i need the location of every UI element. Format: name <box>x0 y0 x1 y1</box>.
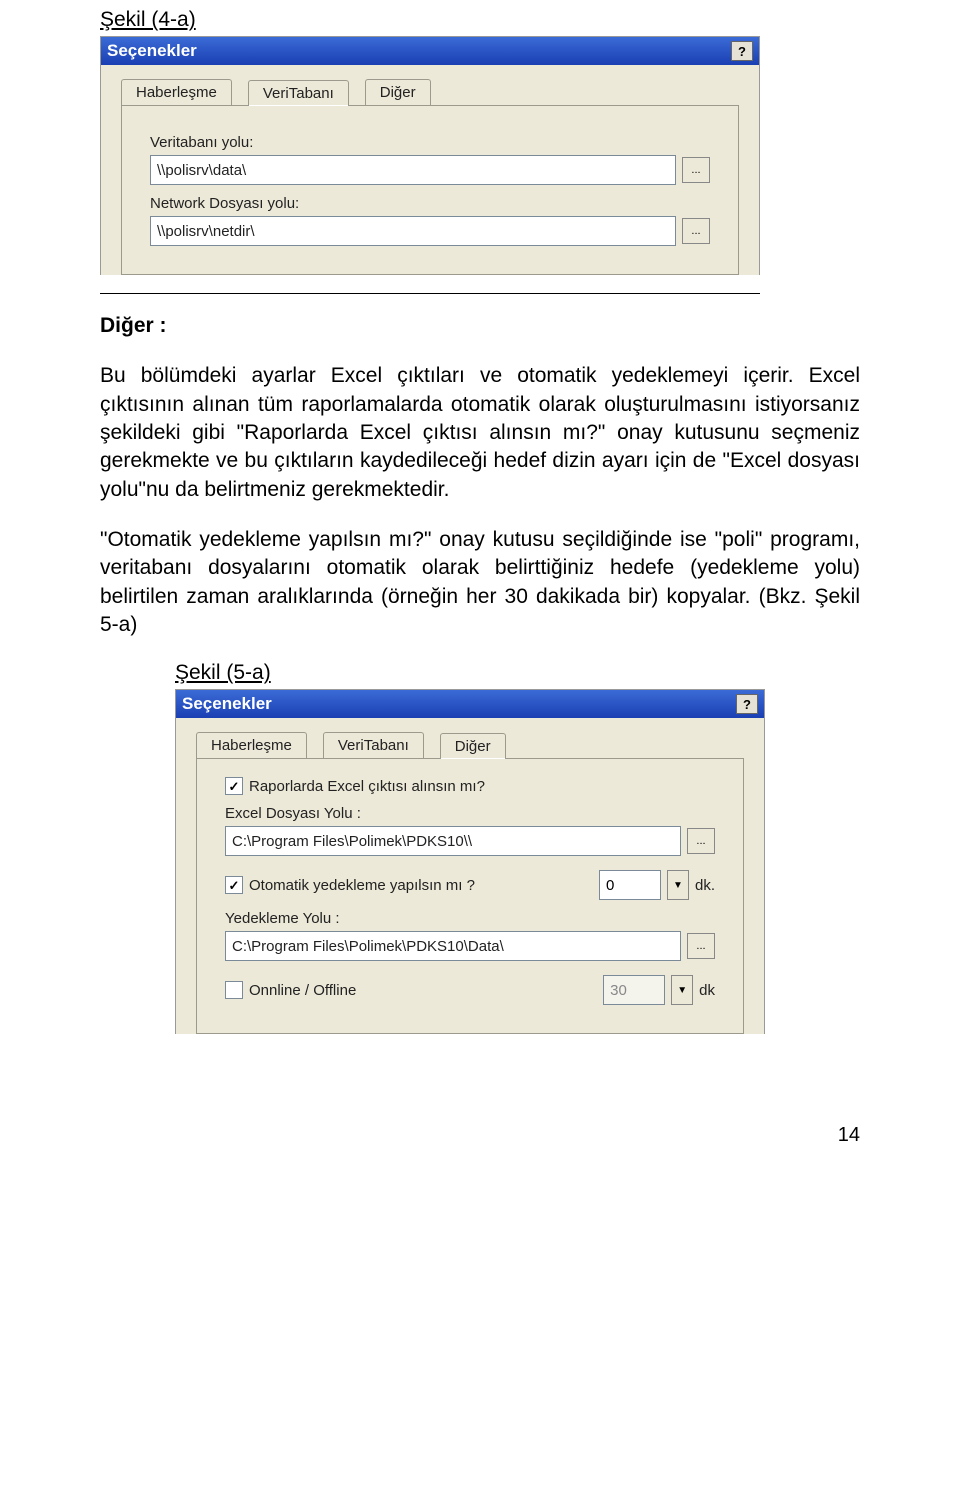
dk-label: dk. <box>695 877 715 894</box>
excel-path-browse-button[interactable]: ... <box>687 828 715 854</box>
tab-veritabani[interactable]: VeriTabanı <box>323 732 424 758</box>
chevron-down-icon[interactable]: ▼ <box>671 975 693 1005</box>
auto-backup-checkbox[interactable]: ✓ <box>225 876 243 894</box>
backup-path-label: Yedekleme Yolu : <box>225 910 715 927</box>
net-path-input[interactable] <box>150 216 676 246</box>
options-window-5a: Seçenekler ? Haberleşme VeriTabanı Diğer… <box>175 689 765 1034</box>
tab-veritabani[interactable]: VeriTabanı <box>248 80 349 106</box>
page-number: 14 <box>100 1124 860 1147</box>
net-path-browse-button[interactable]: ... <box>682 218 710 244</box>
figure-4a-label: Şekil (4-a) <box>100 8 860 32</box>
titlebar-5a: Seçenekler ? <box>176 690 764 718</box>
divider <box>100 293 760 294</box>
window-title: Seçenekler <box>107 41 197 61</box>
paragraph-1: Bu bölümdeki ayarlar Excel çıktıları ve … <box>100 362 860 504</box>
titlebar-4a: Seçenekler ? <box>101 37 759 65</box>
paragraph-2: "Otomatik yedekleme yapılsın mı?" onay k… <box>100 526 860 639</box>
chevron-down-icon[interactable]: ▼ <box>667 870 689 900</box>
online-offline-checkbox[interactable] <box>225 981 243 999</box>
tab-haberlesme[interactable]: Haberleşme <box>121 79 232 105</box>
backup-interval-input[interactable] <box>599 870 661 900</box>
excel-path-label: Excel Dosyası Yolu : <box>225 805 715 822</box>
excel-path-input[interactable] <box>225 826 681 856</box>
tabpanel-diger: ✓ Raporlarda Excel çıktısı alınsın mı? E… <box>196 758 744 1034</box>
section-heading-diger: Diğer : <box>100 312 860 340</box>
window-title: Seçenekler <box>182 694 272 714</box>
online-offline-label: Onnline / Offline <box>249 982 597 999</box>
db-path-label: Veritabanı yolu: <box>150 134 710 151</box>
tab-diger[interactable]: Diğer <box>440 733 506 759</box>
db-path-input[interactable] <box>150 155 676 185</box>
online-interval-input <box>603 975 665 1005</box>
tabstrip-5a: Haberleşme VeriTabanı Diğer <box>176 718 764 758</box>
backup-path-browse-button[interactable]: ... <box>687 933 715 959</box>
db-path-browse-button[interactable]: ... <box>682 157 710 183</box>
figure-5a-label: Şekil (5-a) <box>175 661 860 685</box>
help-icon[interactable]: ? <box>731 41 753 61</box>
tab-haberlesme[interactable]: Haberleşme <box>196 732 307 758</box>
options-window-4a: Seçenekler ? Haberleşme VeriTabanı Diğer… <box>100 36 760 275</box>
dk-label: dk <box>699 982 715 999</box>
excel-export-label: Raporlarda Excel çıktısı alınsın mı? <box>249 778 485 795</box>
excel-export-checkbox[interactable]: ✓ <box>225 777 243 795</box>
auto-backup-label: Otomatik yedekleme yapılsın mı ? <box>249 877 593 894</box>
backup-path-input[interactable] <box>225 931 681 961</box>
help-icon[interactable]: ? <box>736 694 758 714</box>
tabstrip-4a: Haberleşme VeriTabanı Diğer <box>101 65 759 105</box>
tabpanel-veritabani: Veritabanı yolu: ... Network Dosyası yol… <box>121 105 739 275</box>
net-path-label: Network Dosyası yolu: <box>150 195 710 212</box>
tab-diger[interactable]: Diğer <box>365 79 431 105</box>
